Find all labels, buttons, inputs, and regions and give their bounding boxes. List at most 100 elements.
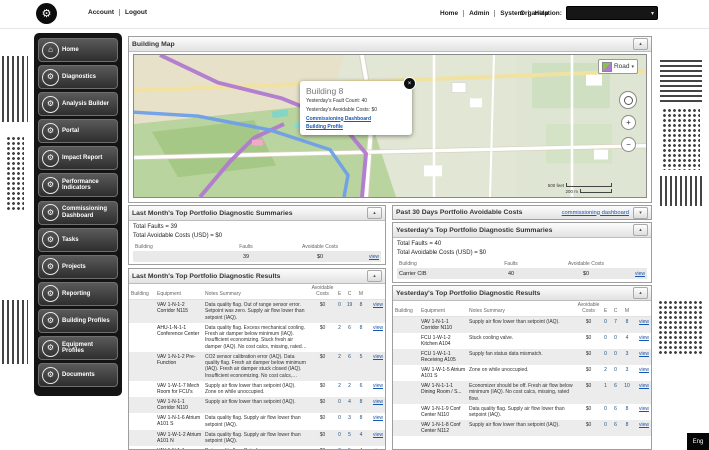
cell-maintenance-count: 5 — [355, 354, 367, 360]
col-m: M — [355, 292, 367, 298]
sidebar-item-icon: ⚙ — [42, 123, 59, 140]
cell-comfort-count: 6 — [344, 325, 355, 331]
sidebar-item-label: Impact Report — [62, 155, 102, 161]
view-link[interactable]: view — [639, 367, 649, 373]
app-logo-icon[interactable]: ⚙ — [36, 3, 57, 24]
collapse-button[interactable]: ▴ — [633, 224, 648, 236]
view-link[interactable]: view — [373, 325, 383, 331]
sidebar-item[interactable]: ⌂ Home — [38, 38, 118, 62]
map-canvas[interactable]: × Building 8 Yesterday's Fault Count: 40… — [133, 54, 647, 198]
sidebar-item[interactable]: ⚙ Impact Report — [38, 146, 118, 170]
expand-button[interactable]: ▾ — [633, 207, 648, 219]
sidebar-item-label: Performance Indicators — [62, 179, 115, 192]
view-link[interactable]: view — [373, 354, 383, 360]
sidebar-item[interactable]: ⚙ Commissioning Dashboard — [38, 201, 118, 225]
zoom-in-button[interactable]: + — [621, 115, 636, 130]
panel-header: Last Month's Top Portfolio Diagnostic Re… — [129, 269, 385, 284]
sidebar-item[interactable]: ⚙ Reporting — [38, 282, 118, 306]
view-link[interactable]: view — [373, 399, 383, 405]
sidebar-item[interactable]: ⚙ Analysis Builder — [38, 92, 118, 116]
view-link[interactable]: view — [639, 383, 649, 389]
cell-notes: Data quality flag. Out of range sensor e… — [205, 302, 310, 321]
header-nav-link[interactable]: Home — [440, 10, 458, 17]
header: ⚙ Account Logout HomeAdminSystemHelp Org… — [0, 0, 709, 29]
chevron-up-icon: ▴ — [639, 227, 642, 233]
cell-maintenance-count: 4 — [355, 432, 367, 438]
decor-pattern — [662, 108, 700, 170]
cell-notes: Stuck cooling valve. — [469, 335, 576, 341]
map-style-icon — [602, 62, 612, 72]
map-compass-button[interactable] — [619, 91, 637, 109]
view-link[interactable]: view — [373, 432, 383, 438]
decor-pattern — [658, 300, 702, 356]
sidebar-item-icon: ⚙ — [42, 150, 59, 167]
sidebar-item[interactable]: ⚙ Equipment Profiles — [38, 336, 118, 360]
header-nav-link[interactable]: Admin — [463, 10, 489, 17]
view-link[interactable]: view — [639, 335, 649, 341]
logout-link[interactable]: Logout — [119, 9, 147, 16]
view-link[interactable]: view — [639, 422, 649, 428]
cell-comfort-count: 0 — [610, 335, 621, 341]
collapse-button[interactable]: ▴ — [367, 207, 382, 219]
chevron-down-icon: ▾ — [639, 210, 642, 216]
popup-title: Building 8 — [306, 86, 406, 96]
table-body: 39 $0 view — [133, 251, 381, 262]
view-link[interactable]: view — [639, 351, 649, 357]
view-link[interactable]: view — [373, 415, 383, 421]
icon-glyph: ⚙ — [47, 100, 54, 108]
table-row: FCU 1-W-1-2 Kitchen A104 Stuck cooling v… — [393, 333, 651, 349]
table-row: FCU 1-W-1-1 Receiving A105 Supply fan st… — [393, 349, 651, 365]
icon-glyph: ⚙ — [47, 317, 54, 325]
cell-notes: Supply air flow lower than setpoint (IAQ… — [469, 422, 576, 428]
view-link[interactable]: view — [373, 383, 383, 389]
cell-costs: $0 — [310, 354, 335, 360]
collapse-button[interactable]: ▴ — [633, 287, 648, 299]
sidebar-item[interactable]: ⚙ Projects — [38, 255, 118, 279]
view-link[interactable]: view — [639, 319, 649, 325]
sidebar-item-icon: ⚙ — [42, 258, 59, 275]
organization-select[interactable]: ▾ — [566, 6, 658, 20]
icon-glyph: ⚙ — [47, 371, 54, 379]
sidebar-item-icon: ⚙ — [42, 312, 59, 329]
view-link[interactable]: view — [635, 271, 645, 277]
popup-commissioning-dashboard-link[interactable]: Commissioning Dashboard — [306, 116, 406, 122]
sidebar-item[interactable]: ⚙ Building Profiles — [38, 309, 118, 333]
popup-close-button[interactable]: × — [403, 77, 416, 90]
language-label: Eng — [693, 439, 704, 445]
table-row: VAV 1-W-1-2 Atrium A101 N Data quality f… — [129, 430, 385, 447]
sidebar-item[interactable]: ⚙ Documents — [38, 363, 118, 387]
view-link[interactable]: view — [639, 406, 649, 412]
table-body: VAV 1-N-1-2 Corridor N115 Data quality f… — [129, 300, 385, 450]
sidebar-item-label: Analysis Builder — [62, 101, 109, 107]
sidebar-item[interactable]: ⚙ Portal — [38, 119, 118, 143]
zoom-out-button[interactable]: − — [621, 137, 636, 152]
panel-title: Past 30 Days Portfolio Avoidable Costs — [396, 209, 562, 216]
sidebar-item-icon: ⚙ — [42, 285, 59, 302]
collapse-button[interactable]: ▴ — [367, 270, 382, 282]
view-link[interactable]: view — [369, 254, 379, 260]
sidebar-item-icon: ⚙ — [42, 204, 59, 221]
sidebar-item-icon: ⚙ — [42, 340, 59, 357]
view-link[interactable]: view — [373, 302, 383, 308]
cell-costs: $0 — [285, 254, 355, 260]
organization-label: Organization: — [520, 10, 562, 17]
language-tab[interactable]: Eng — [687, 433, 709, 450]
account-link[interactable]: Account — [88, 9, 114, 16]
collapse-button[interactable]: ▴ — [633, 38, 648, 50]
sidebar-item[interactable]: ⚙ Tasks — [38, 228, 118, 252]
cell-costs: $0 — [576, 319, 601, 325]
cell-costs: $0 — [576, 335, 601, 341]
commissioning-dashboard-link[interactable]: commissioning dashboard — [562, 210, 629, 216]
map-style-selector[interactable]: Road ▾ — [598, 59, 638, 74]
sidebar-item-icon: ⌂ — [42, 42, 59, 59]
sidebar-item[interactable]: ⚙ Performance Indicators — [38, 173, 118, 197]
popup-building-profile-link[interactable]: Building Profile — [306, 124, 406, 130]
sidebar-item-label: Home — [62, 47, 79, 53]
decor-pattern — [6, 136, 24, 212]
sidebar-item[interactable]: ⚙ Diagnostics — [38, 65, 118, 89]
sidebar-item-icon: ⚙ — [42, 96, 59, 113]
cell-equipment: VAV 1-N-1-2 Corridor N115 — [157, 302, 205, 314]
cell-equipment: VAV 1-N-1-2 Pre-Function — [157, 354, 205, 366]
table-row: VAV 1-W-1-5 Atrium A101 S Zone on while … — [393, 365, 651, 381]
cell-costs: $0 — [310, 325, 335, 331]
